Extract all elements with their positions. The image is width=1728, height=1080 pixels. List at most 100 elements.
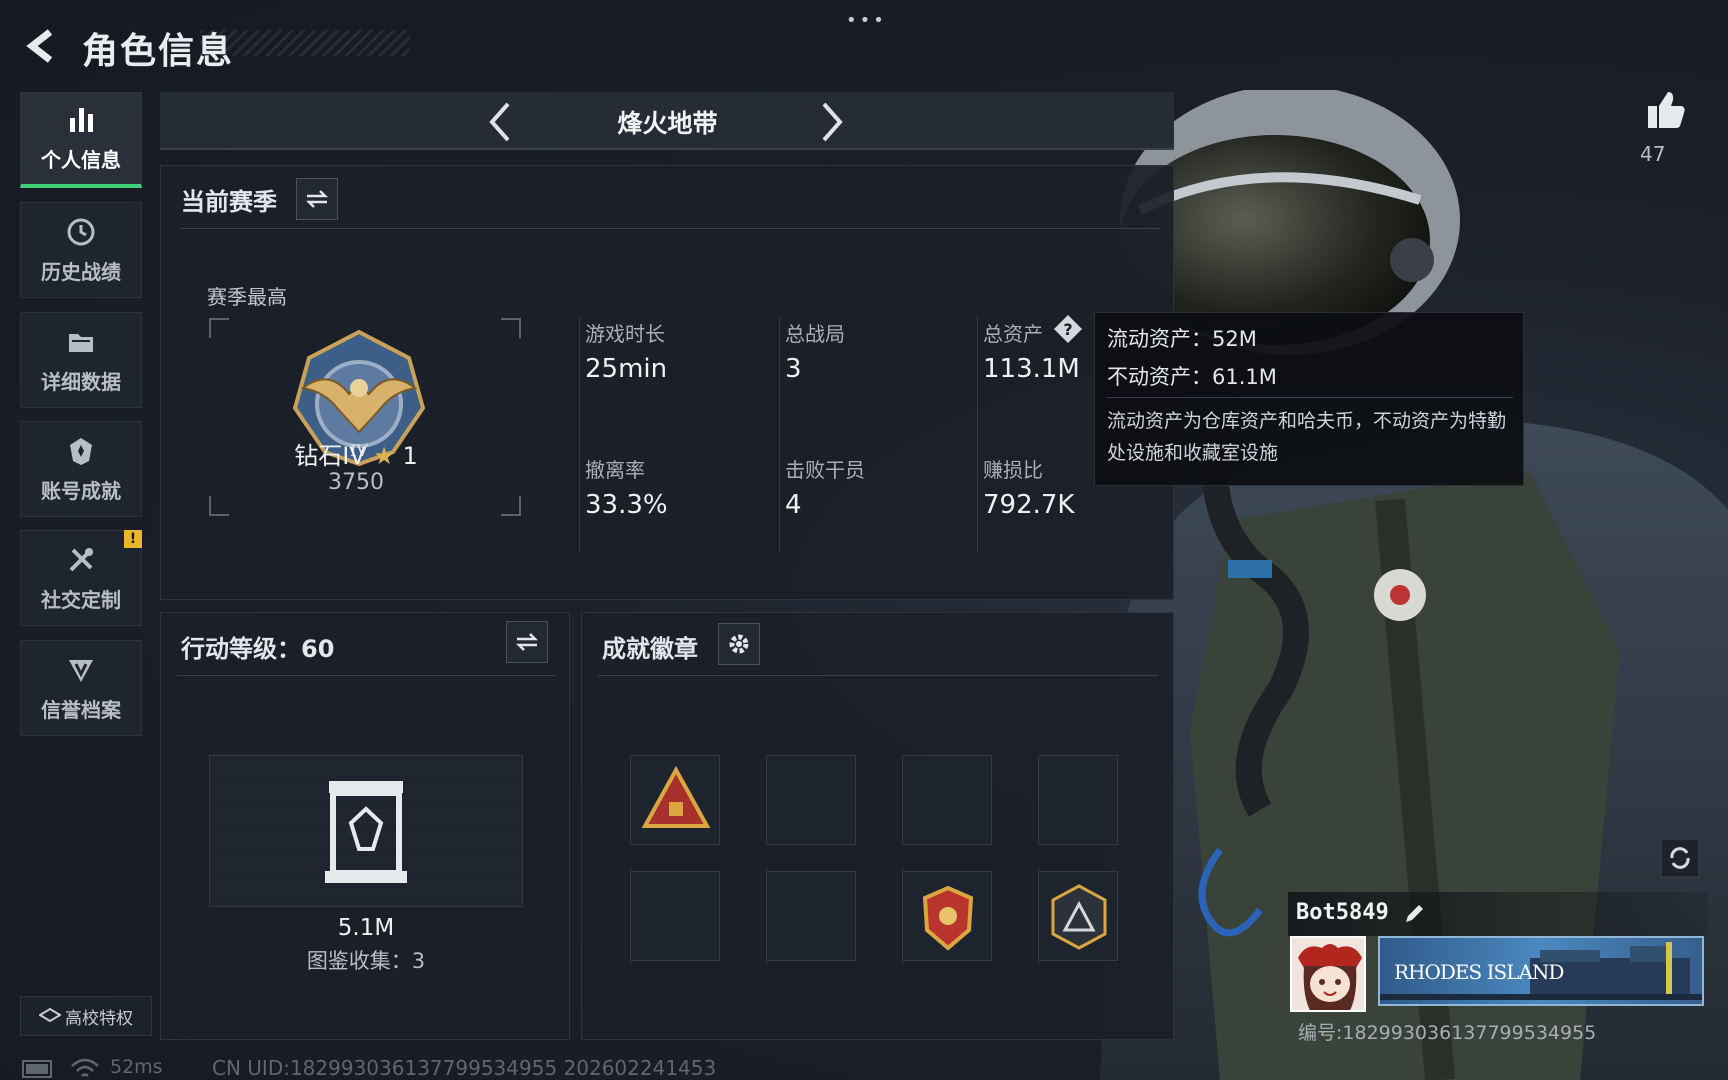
badges-panel: 成就徽章 <box>581 612 1174 1040</box>
badge-slot[interactable] <box>766 755 856 845</box>
badge-slot[interactable] <box>630 871 720 961</box>
assets-tooltip: 流动资产：52M 不动资产：61.1M 流动资产为仓库资产和哈夫币，不动资产为特… <box>1094 312 1524 486</box>
swap-icon <box>515 633 539 651</box>
campus-label: 高校特权 <box>65 1008 133 1029</box>
sidebar-item-label: 账号成就 <box>41 478 121 503</box>
sidebar-item-label: 详细数据 <box>41 369 121 394</box>
swap-icon <box>305 190 329 208</box>
credit-icon <box>69 659 93 682</box>
rotate-icon[interactable] <box>1660 838 1700 878</box>
season-best-label: 赛季最高 <box>207 285 287 309</box>
edit-icon[interactable] <box>1402 902 1426 926</box>
stat-value: 33.3% <box>585 490 668 520</box>
stat-label: 击败干员 <box>785 458 865 482</box>
rank-line: 钻石IV ★ 1 <box>251 436 461 471</box>
assets-description: 流动资产为仓库资产和哈夫币，不动资产为特勤处设施和收藏室设施 <box>1107 410 1507 464</box>
sidebar-item-label: 个人信息 <box>41 148 121 172</box>
sidebar-item-label: 历史战绩 <box>41 259 121 284</box>
action-level-title: 行动等级：60 <box>181 635 335 663</box>
tools-icon <box>69 547 93 571</box>
likes-count: 47 <box>1640 142 1666 166</box>
sidebar-item-history[interactable]: 历史战绩 <box>20 202 142 298</box>
hexagon-badge-icon <box>1051 884 1107 950</box>
back-arrow-icon[interactable] <box>22 26 62 66</box>
liquid-assets: 流动资产：52M <box>1107 327 1257 351</box>
achievement-icon <box>70 437 92 465</box>
season-swap-button[interactable] <box>296 178 338 220</box>
player-name: Bot5849 <box>1296 900 1389 925</box>
stat-label: 总战局 <box>785 322 845 346</box>
frame-corner <box>209 318 229 338</box>
thumbs-up-icon[interactable] <box>1644 88 1688 132</box>
banner-text: RHODES ISLAND <box>1394 960 1564 984</box>
stat-label: 游戏时长 <box>585 322 665 346</box>
star-icon: ★ <box>373 442 395 470</box>
divider <box>1107 397 1513 398</box>
stat-label: 赚损比 <box>983 458 1043 482</box>
pyramid-badge-icon <box>641 765 711 828</box>
stat-value: 25min <box>585 354 668 384</box>
sidebar-item-label: 社交定制 <box>41 587 121 612</box>
prev-mode-arrow-icon[interactable] <box>484 100 514 144</box>
badge-slot[interactable] <box>902 755 992 845</box>
divider <box>779 316 780 552</box>
mode-name: 烽火地带 <box>617 109 718 138</box>
rank-name: 钻石IV <box>294 442 366 470</box>
next-mode-arrow-icon[interactable] <box>818 100 848 144</box>
rank-score: 3750 <box>328 470 384 495</box>
frame-corner <box>501 496 521 516</box>
season-panel: 当前赛季 赛季最高 IV 钻石IV ★ 1 3750 游戏时长 25min 总战… <box>160 165 1174 600</box>
stat-value: 792.7K <box>983 490 1075 520</box>
campus-icon <box>39 1007 61 1023</box>
badge-slot[interactable] <box>902 871 992 961</box>
footer-uid: CN UID:1829930361377995349​55 2026022414… <box>212 1056 717 1080</box>
collection-count: 图鉴收集：3 <box>306 949 426 973</box>
action-level-panel: 行动等级：60 5.1M 图鉴收集：3 <box>160 612 570 1040</box>
season-title: 当前赛季 <box>181 188 277 216</box>
battery-icon <box>22 1060 52 1078</box>
stat-label: 撤离率 <box>585 458 645 482</box>
stat-label: 总资产 <box>983 322 1043 346</box>
stat-value: 3 <box>785 354 802 384</box>
divider <box>177 675 555 676</box>
campus-privilege-button[interactable]: 高校特权 <box>20 996 152 1036</box>
rank-stars: 1 <box>402 442 418 470</box>
page-title: 角色信息 <box>82 31 235 72</box>
badges-settings-button[interactable] <box>718 623 760 665</box>
divider <box>598 675 1158 676</box>
frame-corner <box>501 318 521 338</box>
wifi-icon <box>71 1058 99 1077</box>
gear-icon <box>729 634 749 654</box>
help-icon[interactable]: ? <box>1053 314 1083 344</box>
collection-value: 5.1M <box>337 915 395 941</box>
action-swap-button[interactable] <box>506 621 548 663</box>
avatar[interactable] <box>1290 936 1366 1012</box>
badge-slot[interactable] <box>1038 871 1118 961</box>
ping-value: 52ms <box>110 1056 163 1078</box>
sidebar-item-personal-info[interactable]: 个人信息 <box>20 92 142 188</box>
avatar-image <box>1292 938 1364 1010</box>
badge-slot[interactable] <box>630 755 720 845</box>
svg-text:?: ? <box>1063 320 1072 339</box>
alert-badge: ! <box>124 530 142 548</box>
fixed-assets: 不动资产：61.1M <box>1107 365 1277 389</box>
sidebar-item-label: 信誉档案 <box>41 697 121 722</box>
player-uid: 编号:1829930361377995349​55 <box>1298 1022 1597 1044</box>
divider <box>579 316 580 552</box>
folder-icon <box>69 333 93 352</box>
collection-case-icon <box>325 781 407 883</box>
more-menu-icon[interactable]: ••• <box>846 10 887 31</box>
divider <box>181 228 1161 229</box>
sidebar-item-achievements[interactable]: 账号成就 <box>20 421 142 517</box>
sidebar-item-credit[interactable]: 信誉档案 <box>20 640 142 736</box>
bar-chart-icon <box>70 108 93 132</box>
stat-value: 4 <box>785 490 802 520</box>
frame-corner <box>209 496 229 516</box>
stat-value: 113.1M <box>983 354 1080 384</box>
history-icon <box>67 218 95 245</box>
sidebar-item-detailed-data[interactable]: 详细数据 <box>20 312 142 408</box>
badges-title: 成就徽章 <box>602 635 698 663</box>
player-banner[interactable]: RHODES ISLAND <box>1378 936 1704 1006</box>
badge-slot[interactable] <box>766 871 856 961</box>
badge-slot[interactable] <box>1038 755 1118 845</box>
